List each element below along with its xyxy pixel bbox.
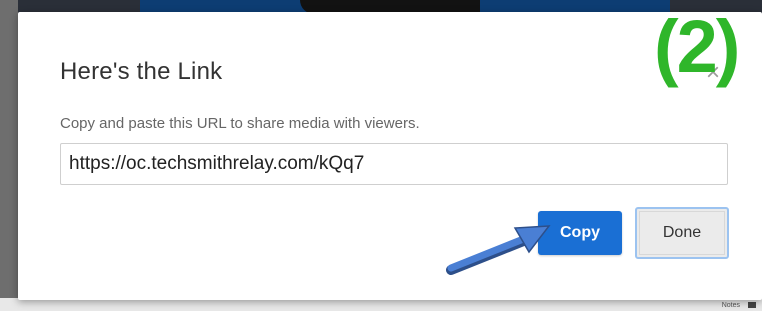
share-url-field[interactable] <box>60 143 728 185</box>
share-link-dialog: Here's the Link × Copy and paste this UR… <box>18 12 762 300</box>
step-number-annotation: (2) <box>654 5 740 88</box>
notes-icon[interactable] <box>748 302 756 308</box>
notes-label[interactable]: Notes <box>722 302 740 309</box>
background-sidebar <box>0 0 18 311</box>
dialog-title: Here's the Link <box>60 58 223 85</box>
done-button[interactable]: Done <box>635 207 729 259</box>
pointer-arrow-icon <box>446 225 551 275</box>
dialog-description: Copy and paste this URL to share media w… <box>60 115 420 132</box>
screen: Notes Here's the Link × Copy and paste t… <box>0 0 762 311</box>
